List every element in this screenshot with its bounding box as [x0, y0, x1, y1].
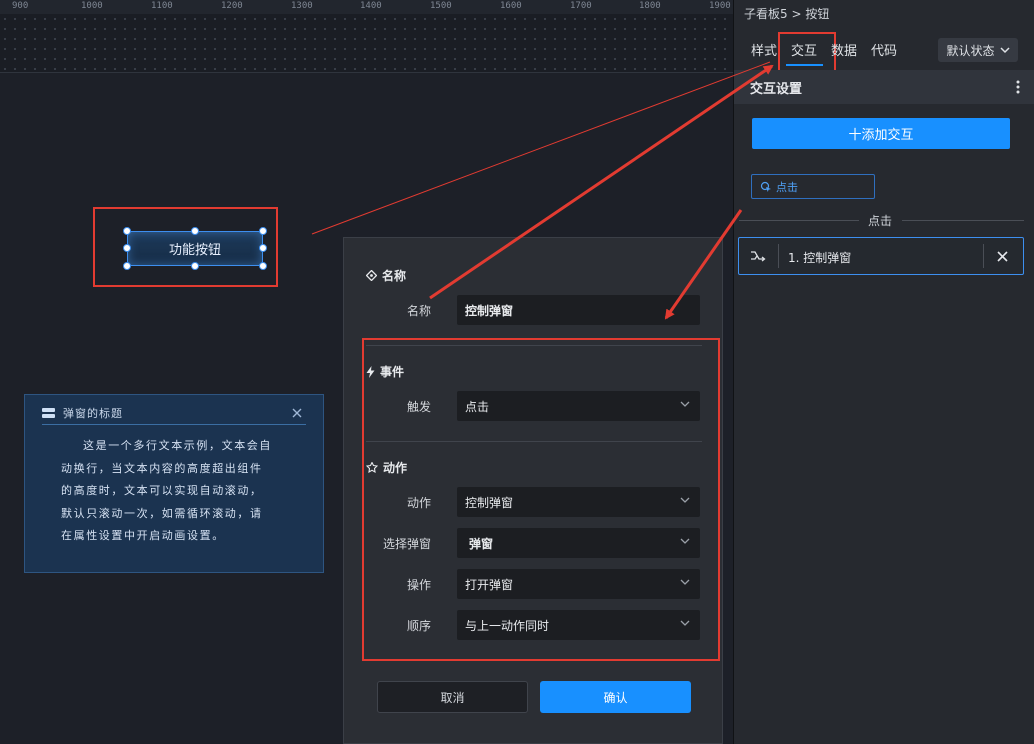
annotation-arrow-to-dialog [664, 209, 743, 320]
annotation-arrow-to-tab [429, 64, 774, 300]
annotation-arrow-thin [311, 61, 771, 235]
annotation-arrows [311, 61, 774, 320]
